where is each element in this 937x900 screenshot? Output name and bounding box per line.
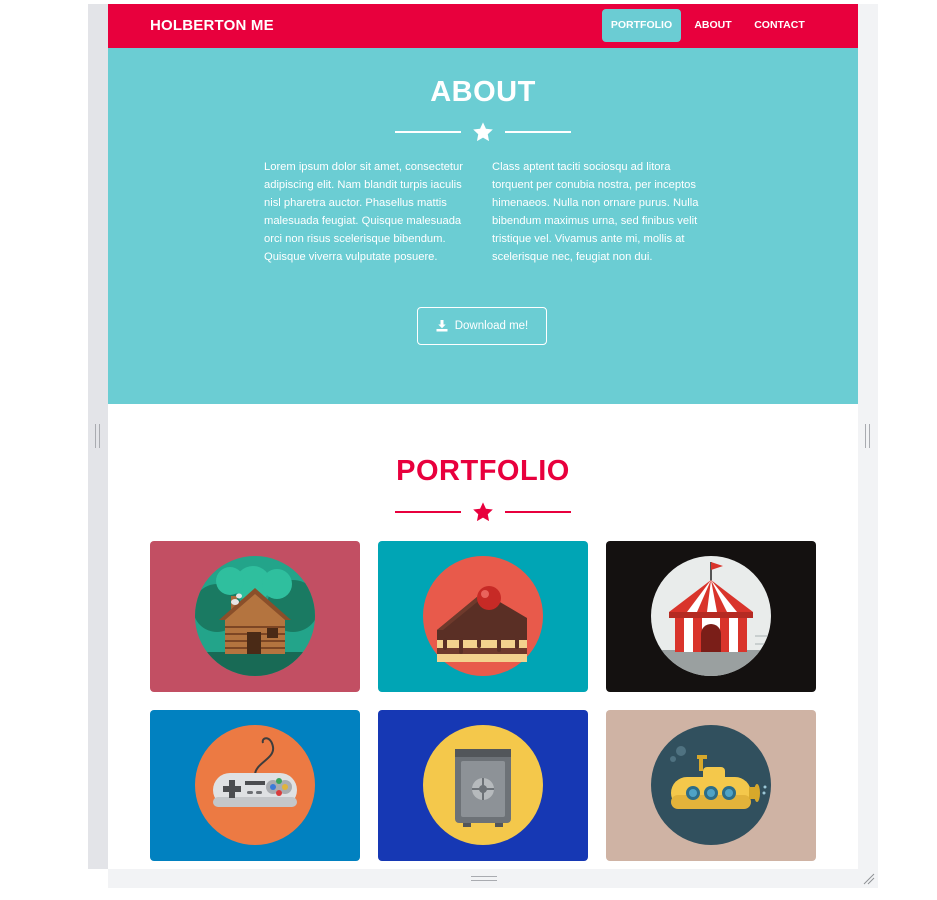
download-button[interactable]: Download me! [417, 307, 547, 345]
frame-right-resize-bar[interactable] [858, 4, 878, 869]
safe-icon [423, 725, 543, 845]
portfolio-tile-submarine[interactable] [606, 710, 816, 861]
divider-line-right [505, 131, 571, 133]
page-viewport: HOLBERTON ME PORTFOLIO ABOUT CONTACT ABO… [108, 4, 858, 869]
portfolio-tile-cabin[interactable] [150, 541, 360, 692]
bottom-resize-grip-icon[interactable] [471, 876, 497, 881]
cake-icon [423, 556, 543, 676]
portfolio-title: PORTFOLIO [396, 455, 570, 487]
portfolio-divider [395, 501, 571, 523]
star-icon [473, 502, 493, 522]
star-icon [473, 122, 493, 142]
brand-logo[interactable]: HOLBERTON ME [150, 17, 274, 34]
divider-line-left [395, 131, 461, 133]
about-title: ABOUT [430, 76, 536, 108]
portfolio-tile-safe[interactable] [378, 710, 588, 861]
nav-item-portfolio[interactable]: PORTFOLIO [602, 9, 681, 42]
portfolio-tile-cake[interactable] [378, 541, 588, 692]
frame-left-resize-bar[interactable] [88, 4, 108, 869]
corner-resize-grip-icon[interactable] [862, 872, 876, 886]
portfolio-tile-circus-tent[interactable] [606, 541, 816, 692]
frame-bottom-resize-bar[interactable] [108, 869, 878, 888]
circus-tent-icon [651, 556, 771, 676]
nav-item-about[interactable]: ABOUT [688, 9, 738, 42]
download-icon [436, 320, 448, 332]
submarine-icon [651, 725, 771, 845]
right-resize-grip-icon[interactable] [865, 424, 870, 448]
portfolio-tile-game-controller[interactable] [150, 710, 360, 861]
about-section: ABOUT Lorem ipsum dolor sit amet, consec… [108, 48, 858, 404]
divider-line-left [395, 511, 461, 513]
navbar: HOLBERTON ME PORTFOLIO ABOUT CONTACT [108, 4, 858, 48]
cabin-icon [195, 556, 315, 676]
nav-item-contact[interactable]: CONTACT [748, 9, 811, 42]
about-divider [395, 121, 571, 143]
about-text-column-1: Lorem ipsum dolor sit amet, consectetur … [264, 161, 463, 264]
game-controller-icon [195, 725, 315, 845]
left-resize-grip-icon[interactable] [95, 424, 100, 448]
divider-line-right [505, 511, 571, 513]
about-text-column-2: Class aptent taciti sociosqu ad litora t… [492, 161, 699, 264]
download-button-label: Download me! [454, 320, 529, 332]
